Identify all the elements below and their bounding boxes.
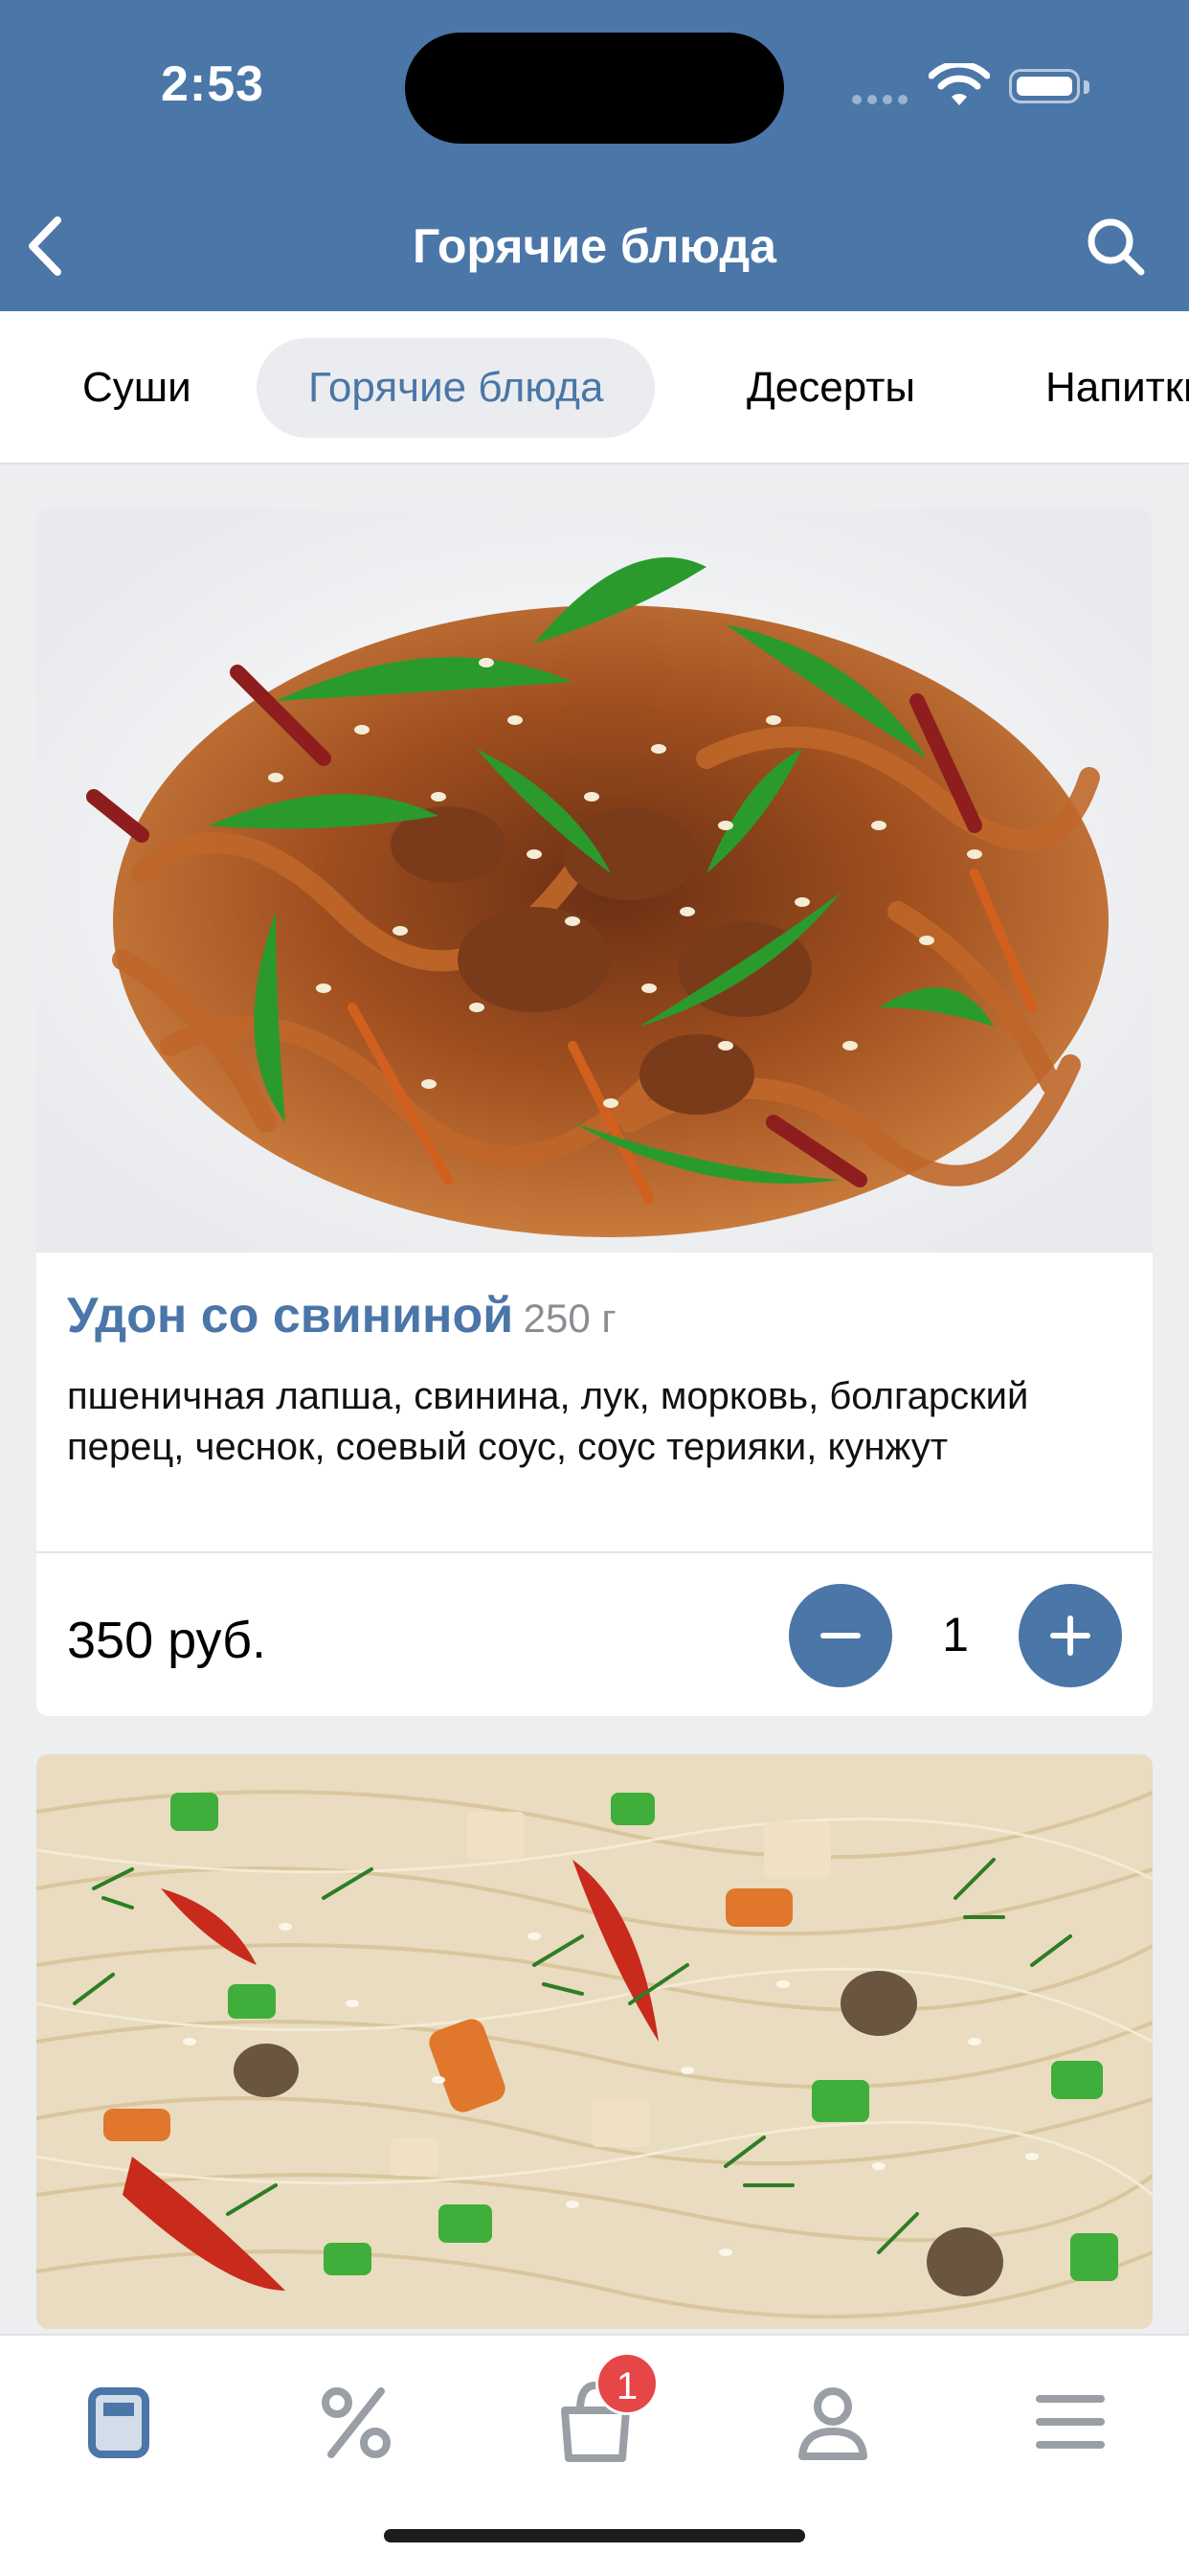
product-card [36,1754,1153,2329]
product-price: 350 руб. [67,1612,267,1669]
home-indicator[interactable] [384,2529,805,2542]
product-name[interactable]: Удон со свининой [67,1288,513,1344]
divider [36,1551,1153,1553]
status-time: 2:53 [161,56,265,112]
battery-tip [1084,80,1089,94]
battery-icon [1009,69,1080,103]
product-title: Удон со свининой 250 г [67,1287,1120,1344]
glass-noodles-photo[interactable] [36,1754,1153,2329]
product-description: пшеничная лапша, свинина, лук, морковь, … [67,1375,1029,1468]
category-tabs: Суши Горячие блюда Десерты Напитки [0,311,1189,464]
plus-icon [1050,1616,1090,1656]
minus-icon [820,1633,861,1638]
menu-icon[interactable] [71,2374,167,2470]
dynamic-island [405,33,784,144]
cellular-signal-icon [852,92,913,109]
udon-noodles-photo[interactable] [36,509,1153,1253]
quantity-value: 1 [942,1608,969,1661]
product-card: Удон со свининой 250 г пшеничная лапша, … [36,509,1153,1716]
hamburger-icon[interactable] [1022,2374,1118,2470]
search-icon[interactable] [1082,213,1149,280]
percent-icon[interactable] [308,2374,404,2470]
profile-icon[interactable] [785,2374,881,2470]
page-title: Горячие блюда [413,219,776,273]
header-bar: 2:53 Горячие блюда [0,0,1189,311]
tab-sushi[interactable]: Суши [56,338,218,438]
increase-quantity-button[interactable] [1019,1584,1122,1687]
product-weight: 250 г [523,1296,617,1341]
wifi-icon [929,63,990,105]
tab-desserts[interactable]: Десерты [720,338,942,438]
cart-badge: 1 [595,2352,659,2415]
tab-drinks[interactable]: Напитки [1019,338,1189,438]
decrease-quantity-button[interactable] [789,1584,892,1687]
tab-hot-dishes[interactable]: Горячие блюда [257,338,656,438]
